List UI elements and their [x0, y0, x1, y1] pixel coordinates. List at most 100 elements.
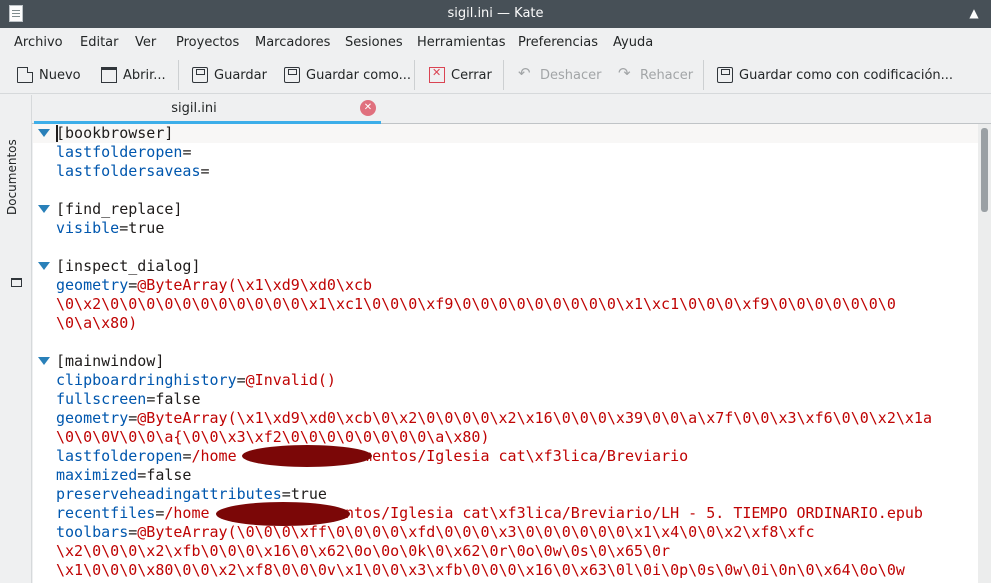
blank-line[interactable]	[33, 333, 978, 352]
sidebar-documents-tab[interactable]: Documentos	[5, 135, 19, 215]
fold-toggle-icon[interactable]	[38, 357, 50, 365]
save-label: Guardar	[214, 67, 267, 83]
code-line[interactable]: lastfoldersaveas=	[33, 162, 978, 181]
line-text: [mainwindow]	[56, 352, 164, 371]
config-key: lastfolderopen	[56, 143, 183, 161]
open-button[interactable]: Abrir...	[101, 65, 166, 85]
config-value: true	[290, 485, 327, 503]
new-document-icon	[17, 67, 33, 83]
code-line[interactable]: \0\a\x80)	[33, 314, 978, 333]
line-text: [inspect_dialog]	[56, 257, 201, 276]
config-value: false	[146, 466, 192, 484]
save-as-button[interactable]: Guardar como...	[284, 65, 411, 85]
save-as-icon	[284, 67, 300, 83]
undo-button[interactable]: Deshacer	[518, 64, 602, 85]
toolbar-separator	[503, 60, 504, 90]
scrollbar-thumb[interactable]	[981, 128, 988, 212]
code-line[interactable]: \0\0\0V\0\0\a{\0\0\x3\xf2\0\0\0\0\0\0\0\…	[33, 428, 978, 447]
line-text: geometry=@ByteArray(\x1\xd9\xd0\xcb\0\x2…	[56, 409, 932, 428]
code-line[interactable]: lastfolderopen=	[33, 143, 978, 162]
config-key: geometry	[56, 409, 129, 427]
section-header-line[interactable]: [inspect_dialog]	[33, 257, 978, 276]
equals-sign: =	[119, 219, 129, 237]
code-line[interactable]: geometry=@ByteArray(\x1\xd9\xd0\xcb	[33, 276, 978, 295]
config-value-continuation: \0\x2\0\0\0\0\0\0\0\0\0\0\0\x1\xc1\0\0\0…	[56, 295, 896, 313]
menu-preferencias[interactable]: Preferencias	[518, 35, 598, 50]
menu-ver[interactable]: Ver	[135, 35, 156, 50]
section-name: [mainwindow]	[56, 352, 165, 370]
line-text: [bookbrowser]	[56, 124, 173, 143]
section-header-line[interactable]: [bookbrowser]	[33, 124, 978, 143]
line-text: lastfolderopen=/home cumentos/Iglesia ca…	[56, 447, 688, 466]
config-key: preserveheadingattributes	[56, 485, 282, 503]
code-editor[interactable]: [bookbrowser] lastfolderopen= lastfoldersa…	[33, 124, 991, 583]
code-line[interactable]: maximized=false	[33, 466, 978, 485]
redo-label: Rehacer	[640, 67, 694, 83]
code-line[interactable]: geometry=@ByteArray(\x1\xd9\xd0\xcb\0\x2…	[33, 409, 978, 428]
config-key: fullscreen	[56, 390, 147, 408]
config-value-continuation: \0\a\x80)	[56, 314, 138, 332]
menu-proyectos[interactable]: Proyectos	[176, 35, 239, 50]
window-title: sigil.ini — Kate	[447, 6, 544, 21]
line-text: toolbars=@ByteArray(\0\0\0\xff\0\0\0\0\x…	[56, 523, 815, 542]
fold-toggle-icon[interactable]	[38, 262, 50, 270]
vertical-scrollbar[interactable]	[978, 124, 991, 583]
menu-sesiones[interactable]: Sesiones	[345, 35, 403, 50]
equals-sign: =	[128, 523, 138, 541]
close-button[interactable]: Cerrar	[429, 65, 492, 85]
config-value-continuation: \0\0\0V\0\0\a{\0\0\x3\xf2\0\0\0\0\0\0\0\…	[56, 428, 490, 446]
line-text: geometry=@ByteArray(\x1\xd9\xd0\xcb	[56, 276, 372, 295]
line-text: \0\x2\0\0\0\0\0\0\0\0\0\0\0\x1\xc1\0\0\0…	[56, 295, 896, 314]
section-header-line[interactable]: [mainwindow]	[33, 352, 978, 371]
menu-marcadores[interactable]: Marcadores	[255, 35, 330, 50]
save-with-encoding-button[interactable]: Guardar como con codificación...	[717, 65, 953, 85]
config-value: true	[128, 219, 165, 237]
left-sidebar: Documentos	[0, 95, 32, 583]
menu-ayuda[interactable]: Ayuda	[613, 35, 653, 50]
code-line[interactable]: \x1\0\0\0\x80\0\0\x2\xf8\0\0\0v\x1\0\0\x…	[33, 561, 978, 580]
menu-archivo[interactable]: Archivo	[14, 35, 63, 50]
tab-close-icon[interactable]: ✕	[360, 100, 376, 116]
fold-toggle-icon[interactable]	[38, 205, 50, 213]
section-header-line[interactable]: [find_replace]	[33, 200, 978, 219]
line-text: \x2\0\0\0\x2\xfb\0\0\0\x16\0\x62\0o\0o\0…	[56, 542, 670, 561]
chevron-up-icon[interactable]: ▲	[965, 4, 983, 22]
code-line[interactable]: \0\x2\0\0\0\0\0\0\0\0\0\0\0\x1\xc1\0\0\0…	[33, 295, 978, 314]
close-document-icon	[429, 66, 445, 83]
new-label: Nuevo	[39, 67, 81, 83]
folder-icon[interactable]	[11, 278, 22, 287]
menu-herramientas[interactable]: Herramientas	[417, 35, 506, 50]
new-button[interactable]: Nuevo	[17, 65, 81, 85]
code-line[interactable]: clipboardringhistory=@Invalid()	[33, 371, 978, 390]
menu-editar[interactable]: Editar	[80, 35, 119, 50]
save-encoding-icon	[717, 67, 733, 83]
save-button[interactable]: Guardar	[192, 65, 267, 85]
code-line[interactable]: fullscreen=false	[33, 390, 978, 409]
tab-sigil-ini[interactable]: sigil.ini ✕	[34, 95, 381, 124]
code-line[interactable]: toolbars=@ByteArray(\0\0\0\xff\0\0\0\0\x…	[33, 523, 978, 542]
code-line[interactable]: lastfolderopen=/home cumentos/Iglesia ca…	[33, 447, 978, 466]
equals-sign: =	[182, 143, 192, 161]
code-line[interactable]: visible=true	[33, 219, 978, 238]
line-text: [find_replace]	[56, 200, 182, 219]
equals-sign: =	[281, 485, 291, 503]
blank-line[interactable]	[33, 238, 978, 257]
line-text: lastfolderopen=	[56, 143, 191, 162]
fold-toggle-icon[interactable]	[38, 129, 50, 137]
open-label: Abrir...	[123, 67, 166, 83]
config-value: @ByteArray(\x1\xd9\xd0\xcb	[137, 276, 373, 294]
code-line[interactable]: \x2\0\0\0\x2\xfb\0\0\0\x16\0\x62\0o\0o\0…	[33, 542, 978, 561]
save-as-label: Guardar como...	[306, 67, 411, 83]
redo-icon	[618, 64, 634, 83]
undo-label: Deshacer	[540, 67, 602, 83]
toolbar-separator	[703, 60, 704, 90]
blank-line[interactable]	[33, 181, 978, 200]
code-line[interactable]: recentfiles=/home mentos/Iglesia cat\xf3…	[33, 504, 978, 523]
section-name: [inspect_dialog]	[56, 257, 201, 275]
redo-button[interactable]: Rehacer	[618, 64, 694, 85]
code-line[interactable]: preserveheadingattributes=true	[33, 485, 978, 504]
text-cursor	[56, 125, 58, 142]
config-key: recentfiles	[56, 504, 156, 522]
line-text: lastfoldersaveas=	[56, 162, 210, 181]
config-key: lastfolderopen	[56, 447, 183, 465]
